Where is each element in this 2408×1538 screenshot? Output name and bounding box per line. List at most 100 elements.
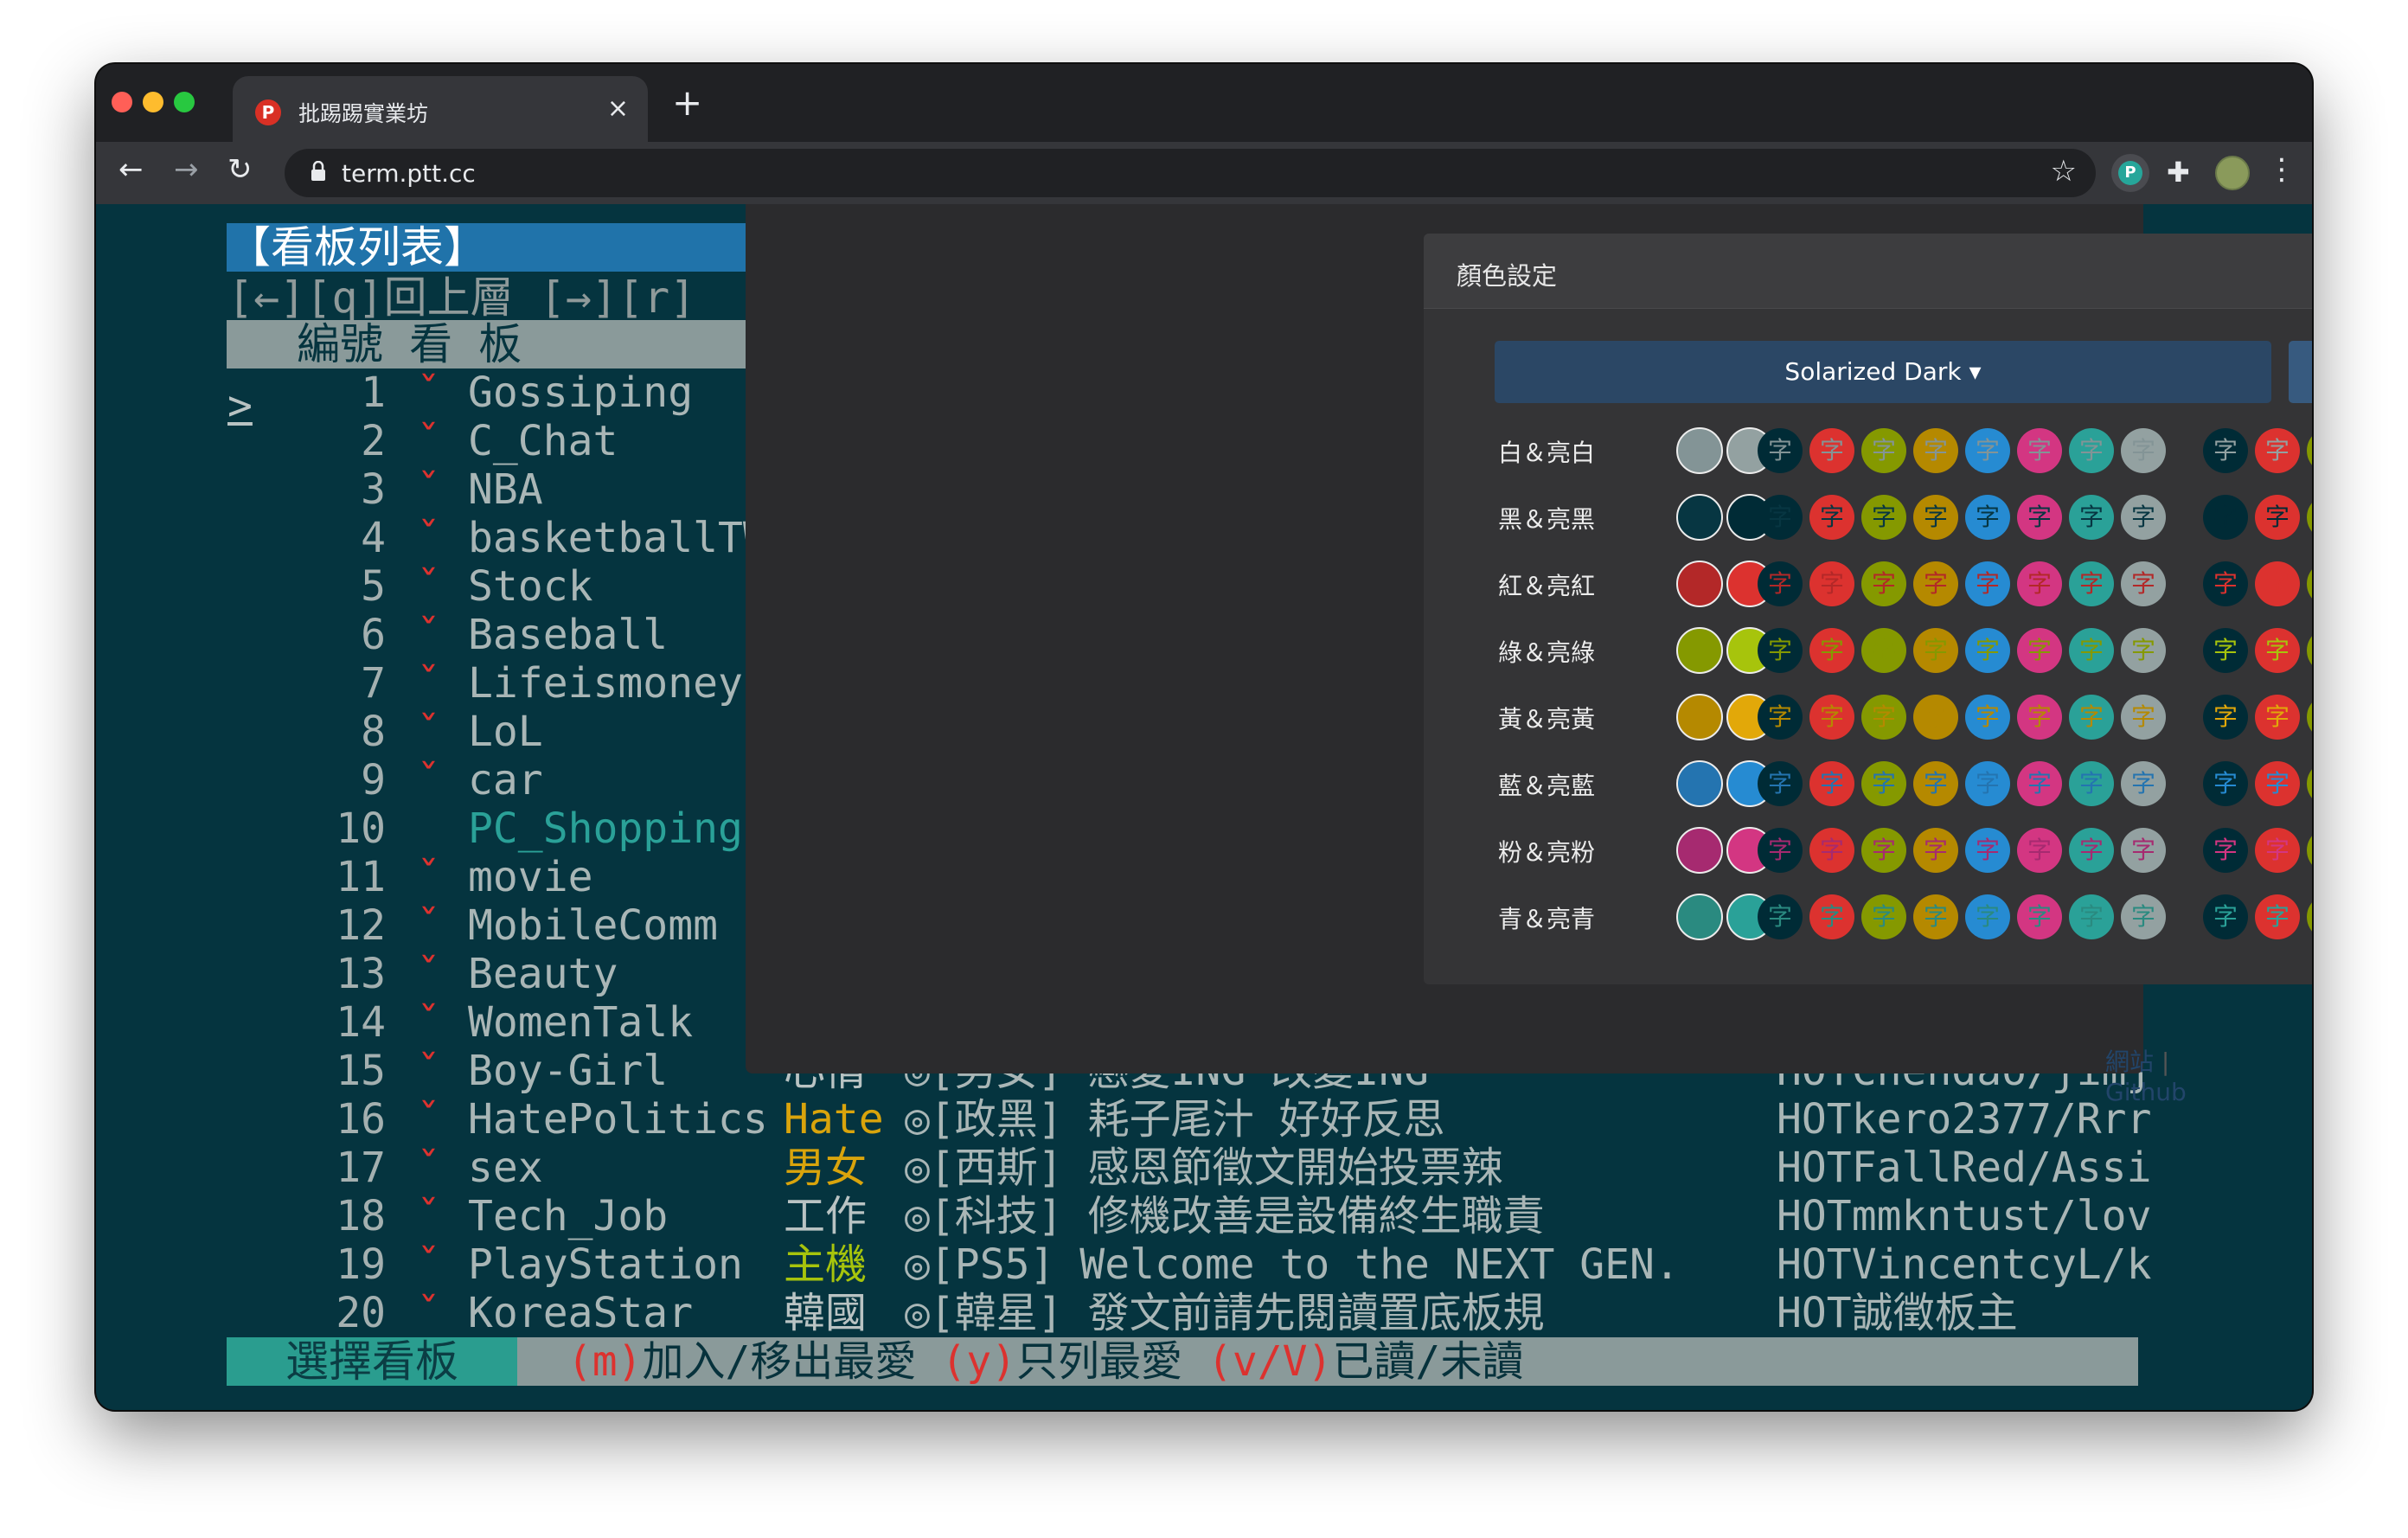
color-preview-glyph: 字 <box>1965 628 2010 673</box>
unread-mark: ˇ <box>416 1192 441 1240</box>
color-preview-glyph: 字 <box>1861 761 1906 806</box>
board-name: movie <box>468 853 593 901</box>
color-preview-glyph: 字 <box>2203 894 2248 939</box>
color-preview-glyph: 字 <box>1913 761 1958 806</box>
board-name: WomenTalk <box>468 998 694 1047</box>
website-link[interactable]: 網站 <box>2105 1048 2154 1076</box>
new-tab-button[interactable]: + <box>672 85 702 121</box>
color-row-label: 藍＆亮藍 <box>1498 772 1596 800</box>
address-bar[interactable]: term.ptt.cc ☆ <box>285 149 2096 197</box>
ptt-extension-icon[interactable]: P <box>2111 154 2149 192</box>
color-preview-glyph: 字 <box>1965 495 2010 540</box>
board-row[interactable]: 17 ˇ sex 男女 ◎[西斯] 感恩節徵文開始投票辣 HOTFallRed/Assi <box>96 1144 2172 1192</box>
board-title: ◎[韓星] 發文前請先閱讀置底板規 <box>905 1289 1545 1337</box>
color-preview-glyph: 字 <box>1809 761 1854 806</box>
dialog-title: 顏色設定 <box>1457 261 1558 291</box>
color-preview-glyph: 字 <box>2255 428 2300 473</box>
board-number: 4 <box>361 514 386 562</box>
board-number: 6 <box>361 611 386 659</box>
close-window-button[interactable] <box>112 92 132 112</box>
footer-links: 網站 | Github <box>2105 1043 2187 1106</box>
color-preview-glyph: 字 <box>2017 695 2062 740</box>
github-link[interactable]: Github <box>2105 1078 2187 1106</box>
color-preview-glyph: 字 <box>2121 495 2166 540</box>
unread-mark: ˇ <box>416 950 441 998</box>
color-preview-glyph: 字 <box>2255 695 2300 740</box>
color-preview-glyph: 字 <box>2121 761 2166 806</box>
board-moderators: HOTVincentcyL/k <box>1777 1240 2152 1289</box>
extensions-puzzle-icon[interactable]: ✚ <box>2167 156 2190 189</box>
browser-tab[interactable]: P 批踢踢實業坊 × <box>233 76 648 142</box>
board-row[interactable]: 18 ˇ Tech_Job 工作 ◎[科技] 修機改善是設備終生職責 HOTmmkntus… <box>96 1192 2172 1240</box>
color-preview-glyph: 字 <box>2255 561 2300 606</box>
board-row[interactable]: 20 ˇ KoreaStar 韓國 ◎[韓星] 發文前請先閱讀置底板規 HOT誠徵板主 <box>96 1289 2172 1337</box>
back-arrow-icon[interactable]: ← <box>118 152 144 187</box>
board-name: Boy-Girl <box>468 1047 669 1095</box>
board-number: 20 <box>336 1289 386 1337</box>
color-preview-glyph: 字 <box>1809 561 1854 606</box>
color-preview-glyph: 字 <box>1758 428 1803 473</box>
unread-mark: ˇ <box>416 708 441 756</box>
forward-arrow-icon[interactable]: → <box>174 152 199 187</box>
color-row-label: 黃＆亮黃 <box>1498 705 1596 734</box>
color-preview-glyph: 字 <box>2307 761 2312 806</box>
ptt-favicon-icon: P <box>255 99 281 125</box>
color-preview-glyph: 字 <box>1809 628 1854 673</box>
board-name: MobileComm <box>468 901 718 950</box>
bookmark-star-icon[interactable]: ☆ <box>2051 154 2077 189</box>
color-row-label: 綠＆亮綠 <box>1498 638 1596 667</box>
color-preview-glyph: 字 <box>1861 828 1906 873</box>
close-tab-icon[interactable]: × <box>607 93 629 124</box>
kebab-menu-icon[interactable]: ⋮ <box>2267 152 2296 187</box>
board-moderators: HOTFallRed/Assi <box>1777 1144 2152 1192</box>
board-class: 男女 <box>784 1144 868 1192</box>
board-number: 16 <box>336 1095 386 1144</box>
board-name: Gossiping <box>468 368 694 417</box>
color-swatch-normal[interactable] <box>1676 427 1723 474</box>
color-preview-glyph: 字 <box>2307 561 2312 606</box>
minimize-window-button[interactable] <box>143 92 163 112</box>
color-preview-glyph: 字 <box>2121 894 2166 939</box>
url-text: term.ptt.cc <box>342 159 476 188</box>
board-number: 10 <box>336 804 386 853</box>
reload-icon[interactable]: ↻ <box>227 152 253 187</box>
board-row[interactable]: 19 ˇ PlayStation 主機 ◎[PS5] Welcome to the NE… <box>96 1240 2172 1289</box>
color-preview-glyph: 字 <box>2307 628 2312 673</box>
profile-avatar[interactable] <box>2215 156 2250 190</box>
color-preview-glyph: 字 <box>1809 495 1854 540</box>
color-preview-glyph: 字 <box>2017 894 2062 939</box>
color-settings-dialog: 顏色設定 Solarized Dark ▾ 匯入 匯出 白＆亮白字字字字字字字字… <box>1424 234 2312 984</box>
color-preview-glyph: 字 <box>1861 561 1906 606</box>
color-swatch-normal[interactable] <box>1676 561 1723 607</box>
color-swatch-normal[interactable] <box>1676 760 1723 807</box>
color-preview-glyph: 字 <box>1965 828 2010 873</box>
board-row[interactable]: 16 ˇ HatePolitics Hate ◎[政黑] 耗子尾汁 好好反思 HOTker… <box>96 1095 2172 1144</box>
color-preview-glyph: 字 <box>1965 428 2010 473</box>
board-number: 18 <box>336 1192 386 1240</box>
board-name: car <box>468 756 543 804</box>
unread-mark: ˇ <box>416 417 441 465</box>
color-preview-glyph: 字 <box>2203 695 2248 740</box>
board-moderators: HOTkero2377/Rrr <box>1777 1095 2152 1144</box>
color-preview-glyph: 字 <box>2121 828 2166 873</box>
board-title: ◎[政黑] 耗子尾汁 好好反思 <box>905 1095 1445 1144</box>
color-preview-glyph: 字 <box>1913 894 1958 939</box>
color-swatch-normal[interactable] <box>1676 894 1723 940</box>
color-swatch-normal[interactable] <box>1676 694 1723 740</box>
unread-mark: ˇ <box>416 853 441 901</box>
theme-dropdown[interactable]: Solarized Dark ▾ <box>1495 341 2271 403</box>
color-preview-glyph: 字 <box>2255 761 2300 806</box>
color-swatch-normal[interactable] <box>1676 494 1723 541</box>
color-swatch-normal[interactable] <box>1676 827 1723 874</box>
board-moderators: HOT誠徵板主 <box>1777 1289 2018 1337</box>
color-preview-glyph: 字 <box>2307 495 2312 540</box>
color-preview-glyph: 字 <box>2121 561 2166 606</box>
color-swatch-normal[interactable] <box>1676 627 1723 674</box>
zoom-window-button[interactable] <box>174 92 195 112</box>
import-button[interactable]: 匯入 <box>2289 341 2312 403</box>
theme-name: Solarized Dark <box>1784 357 1962 386</box>
color-preview-glyph: 字 <box>2017 828 2062 873</box>
color-preview-glyph: 字 <box>1913 561 1958 606</box>
color-row-label: 粉＆亮粉 <box>1498 838 1596 867</box>
unread-mark: ˇ <box>416 368 441 417</box>
